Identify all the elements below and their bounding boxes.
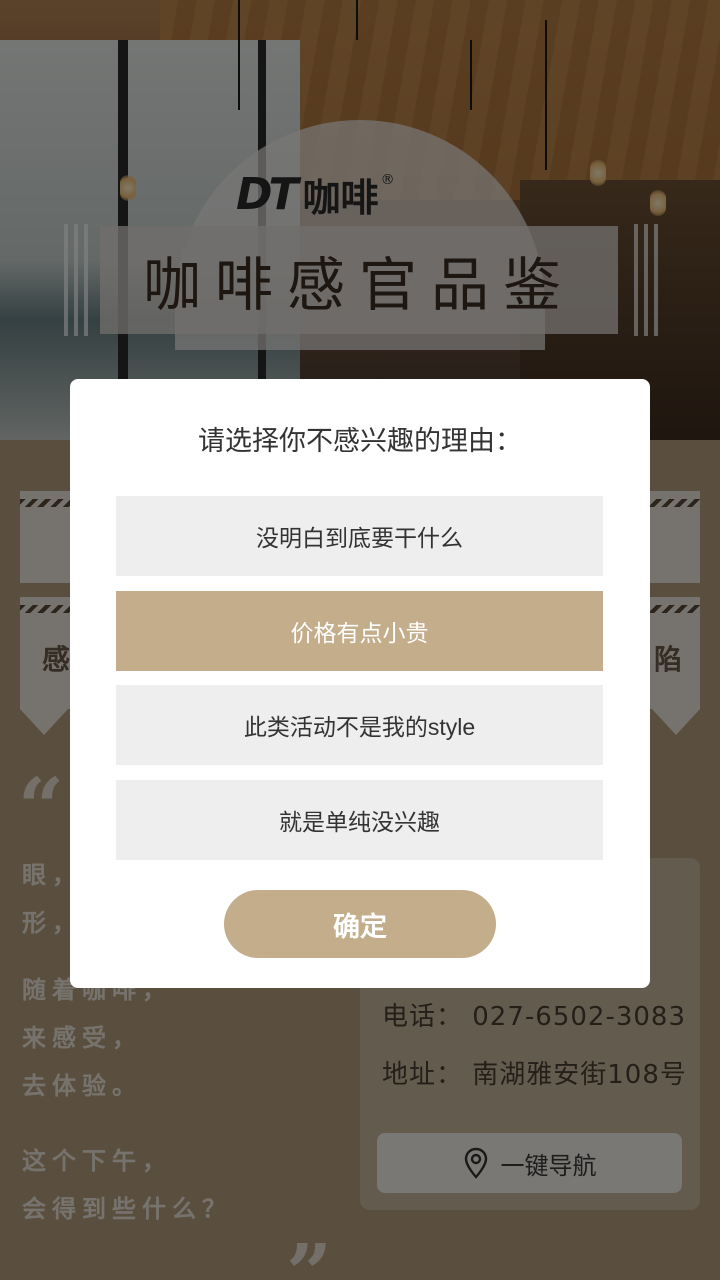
confirm-button[interactable]: 确定	[224, 890, 496, 958]
dialog-title: 请选择你不感兴趣的理由：	[198, 426, 522, 457]
reason-option-not-my-style[interactable]: 此类活动不是我的style	[116, 685, 603, 765]
reason-option-label: 此类活动不是我的style	[243, 714, 476, 740]
reason-dialog: 请选择你不感兴趣的理由： 没明白到底要干什么 价格有点小贵 此类活动不是我的st…	[70, 379, 650, 988]
reason-option-label: 就是单纯没兴趣	[279, 809, 440, 835]
reason-option-not-interested[interactable]: 就是单纯没兴趣	[116, 780, 603, 860]
reason-option-label: 没明白到底要干什么	[256, 525, 463, 551]
reason-option-label: 价格有点小贵	[290, 620, 429, 646]
reason-option-price[interactable]: 价格有点小贵	[116, 591, 603, 671]
reason-option-unclear[interactable]: 没明白到底要干什么	[116, 496, 603, 576]
